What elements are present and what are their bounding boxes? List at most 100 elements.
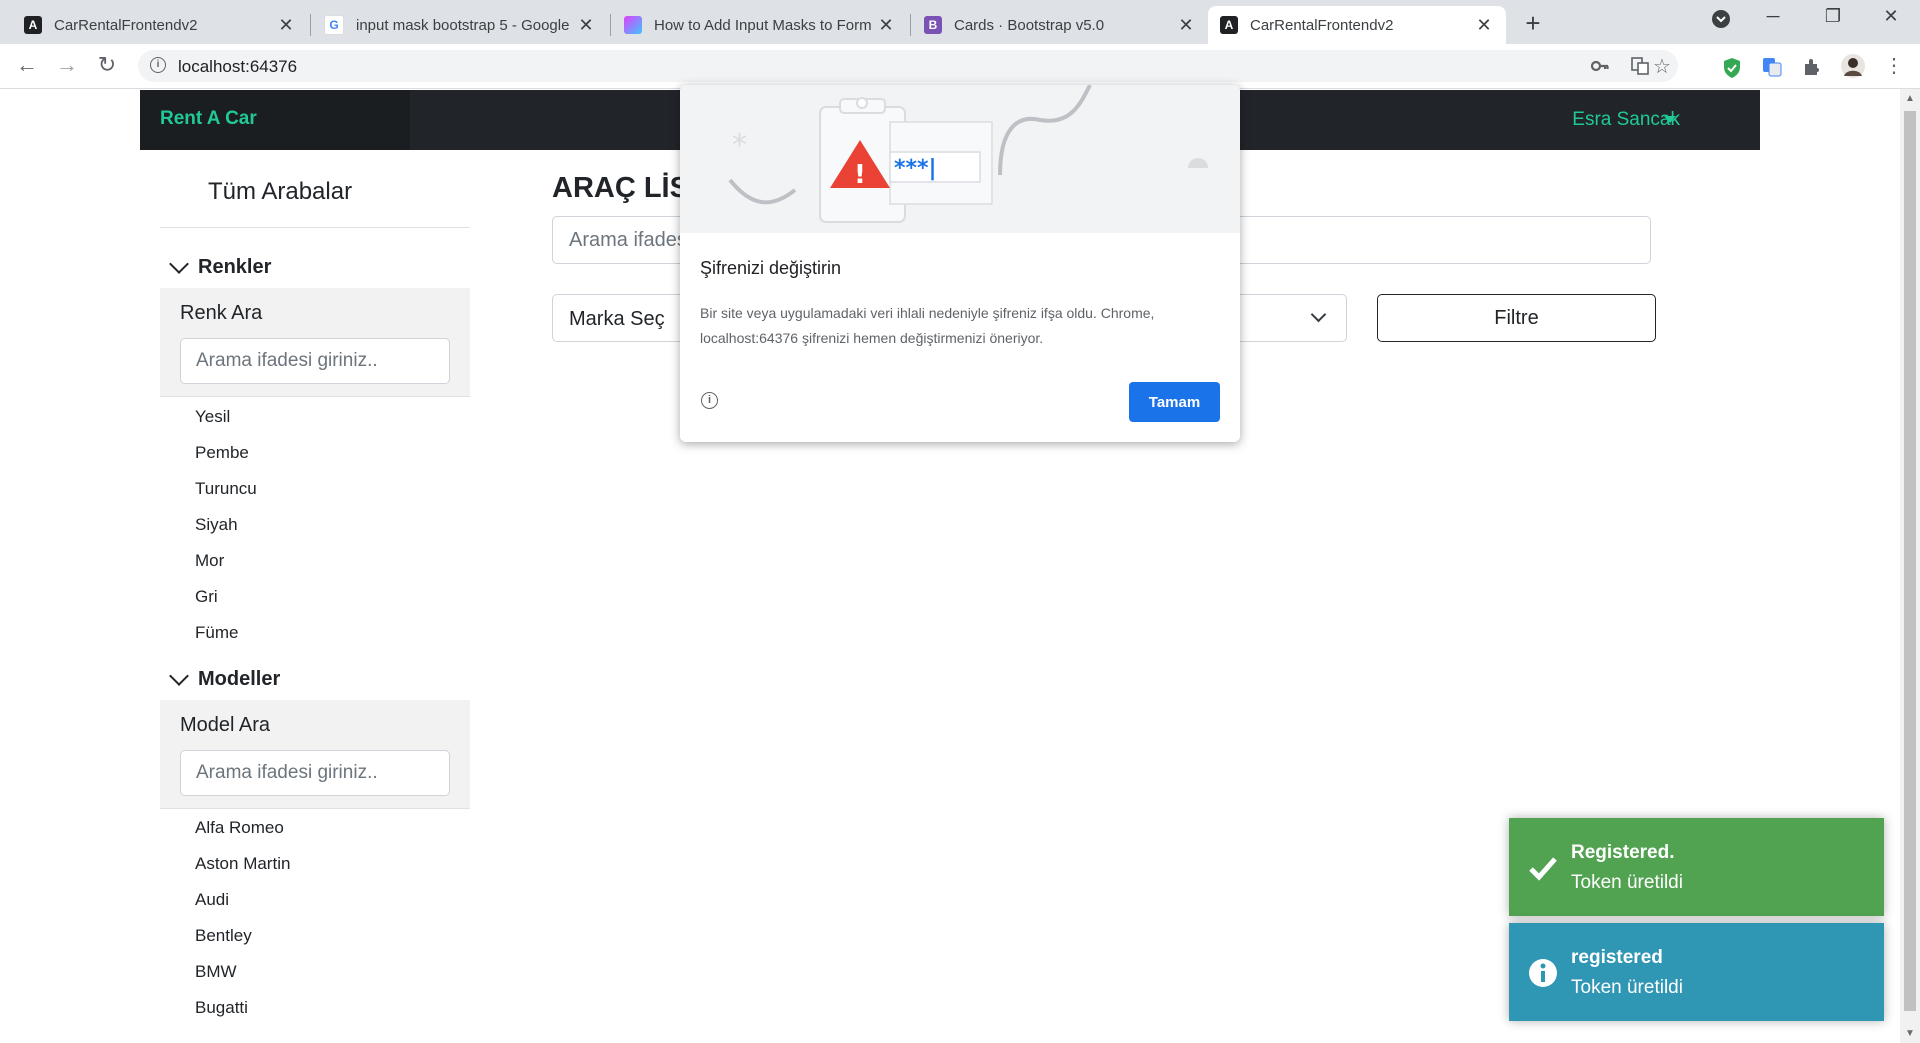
google-icon: G (324, 15, 344, 35)
browser-tab-3[interactable]: How to Add Input Masks to Form ✕ (612, 6, 908, 44)
translate-icon[interactable] (1628, 56, 1652, 81)
model-search-label: Model Ara (180, 714, 271, 736)
browser-tab-1[interactable]: A CarRentalFrontendv2 ✕ (12, 6, 308, 44)
bootstrap-icon: B (924, 16, 942, 34)
color-list-item[interactable]: Siyah (195, 507, 257, 543)
toast-message: Token üretildi (1571, 872, 1683, 893)
dialog-body: Bir site veya uygulamadaki veri ihlali n… (700, 305, 1155, 346)
google-translate-extension-icon[interactable] (1760, 57, 1784, 82)
filter-button[interactable]: Filtre (1377, 294, 1656, 342)
gradient-site-icon (624, 16, 642, 34)
close-window-icon[interactable]: ✕ (1876, 6, 1906, 27)
model-list: Alfa Romeo Aston Martin Audi Bentley BMW… (195, 810, 290, 1026)
key-icon[interactable] (1588, 56, 1612, 81)
color-list-item[interactable]: Gri (195, 579, 257, 615)
scroll-down-icon[interactable]: ▼ (1905, 1028, 1915, 1039)
back-icon[interactable]: ← (12, 52, 42, 78)
accordion-models-header[interactable]: Modeller (160, 665, 281, 691)
tab-title: How to Add Input Masks to Form (654, 16, 872, 34)
color-search-label: Renk Ara (180, 302, 263, 324)
browser-tab-strip: A CarRentalFrontendv2 ✕ G input mask boo… (0, 0, 1920, 44)
angular-icon: A (24, 16, 42, 34)
tab-separator (310, 14, 311, 36)
maximize-icon[interactable]: ❐ (1818, 6, 1848, 27)
model-list-item[interactable]: Audi (195, 882, 290, 918)
color-list-item[interactable]: Yesil (195, 399, 257, 435)
scrollbar-thumb[interactable] (1904, 111, 1916, 1011)
reload-icon[interactable]: ↻ (92, 52, 122, 78)
checkmark-icon (1529, 857, 1557, 881)
extensions-puzzle-icon[interactable] (1800, 57, 1824, 82)
sidebar-title[interactable]: Tüm Arabalar (208, 178, 352, 206)
menu-kebab-icon[interactable]: ⋮ (1882, 53, 1906, 78)
password-warning-illustration: * ***| ! (680, 85, 1240, 233)
model-search-input[interactable] (180, 750, 450, 796)
color-search-input[interactable] (180, 338, 450, 384)
toast-message: Token üretildi (1571, 977, 1683, 998)
bookmark-star-icon[interactable]: ☆ (1650, 54, 1674, 79)
chevron-down-icon (169, 253, 189, 274)
tab-search-icon[interactable] (1706, 9, 1736, 34)
browser-tab-5-active[interactable]: A CarRentalFrontendv2 ✕ (1208, 6, 1506, 44)
color-search-panel: Renk Ara (160, 288, 470, 397)
accordion-colors-title: Renkler (198, 256, 272, 278)
browser-tab-2[interactable]: G input mask bootstrap 5 - Google ✕ (312, 6, 608, 44)
color-list-item[interactable]: Mor (195, 543, 257, 579)
minimize-icon[interactable]: ─ (1758, 6, 1788, 27)
password-breach-dialog: * ***| ! Şifrenizi değiştirin Bir site v… (680, 85, 1240, 442)
tab-title: Cards · Bootstrap v5.0 (954, 16, 1105, 34)
svg-text:!: ! (854, 160, 866, 190)
browser-tab-4[interactable]: B Cards · Bootstrap v5.0 ✕ (912, 6, 1208, 44)
page-scrollbar[interactable]: ▲ ▼ (1900, 89, 1920, 1043)
tab-title: input mask bootstrap 5 - Google (356, 16, 570, 34)
close-tab-icon[interactable]: ✕ (1176, 15, 1196, 36)
color-list: Yesil Pembe Turuncu Siyah Mor Gri Füme (195, 399, 257, 651)
toast-success[interactable]: Registered. Token üretildi (1509, 818, 1884, 916)
profile-avatar-icon[interactable] (1840, 53, 1865, 84)
brand-container: Rent A Car (140, 90, 410, 150)
brand-link[interactable]: Rent A Car (160, 108, 257, 130)
page-title: ARAÇ LİS (552, 172, 689, 204)
tab-separator (910, 14, 911, 36)
toast-title: Registered. (1571, 842, 1675, 863)
color-list-item[interactable]: Füme (195, 615, 257, 651)
dialog-title: Şifrenizi değiştirin (700, 258, 842, 278)
model-list-item[interactable]: Bentley (195, 918, 290, 954)
forward-icon[interactable]: → (52, 52, 82, 78)
info-icon[interactable]: i (701, 392, 718, 409)
site-info-icon[interactable]: i (150, 57, 166, 73)
chevron-down-icon (169, 665, 189, 686)
masked-password-text: ***| (894, 156, 937, 181)
new-tab-icon[interactable]: + (1518, 8, 1548, 39)
toast-title: registered (1571, 947, 1663, 968)
address-bar[interactable]: i localhost:64376 ☆ (138, 50, 1678, 82)
model-list-item[interactable]: Alfa Romeo (195, 810, 290, 846)
brand-select-value: Marka Seç (569, 308, 665, 330)
ok-button[interactable]: Tamam (1129, 382, 1220, 422)
close-tab-icon[interactable]: ✕ (276, 15, 296, 36)
scroll-up-icon[interactable]: ▲ (1905, 93, 1915, 104)
browser-toolbar: ← → ↻ i localhost:64376 ☆ ⋮ (0, 44, 1920, 89)
close-tab-icon[interactable]: ✕ (876, 15, 896, 36)
accordion-colors-header[interactable]: Renkler (160, 253, 272, 279)
divider (160, 227, 470, 228)
chevron-down-icon (1310, 306, 1327, 323)
toast-info[interactable]: registered Token üretildi (1509, 923, 1884, 1021)
model-list-item[interactable]: Aston Martin (195, 846, 290, 882)
info-circle-icon (1529, 959, 1557, 987)
shield-extension-icon[interactable] (1720, 57, 1744, 84)
svg-text:*: * (732, 128, 747, 163)
model-list-item[interactable]: BMW (195, 954, 290, 990)
close-tab-icon[interactable]: ✕ (576, 15, 596, 36)
model-list-item[interactable]: Bugatti (195, 990, 290, 1026)
tab-separator (610, 14, 611, 36)
tab-title: CarRentalFrontendv2 (54, 16, 198, 34)
color-list-item[interactable]: Pembe (195, 435, 257, 471)
color-list-item[interactable]: Turuncu (195, 471, 257, 507)
accordion-models-title: Modeller (198, 668, 281, 690)
close-tab-icon[interactable]: ✕ (1474, 15, 1494, 36)
model-search-panel: Model Ara (160, 700, 470, 809)
tab-title: CarRentalFrontendv2 (1250, 16, 1394, 34)
user-menu-caret-icon[interactable] (1664, 116, 1676, 123)
url-text: localhost:64376 (178, 57, 298, 76)
